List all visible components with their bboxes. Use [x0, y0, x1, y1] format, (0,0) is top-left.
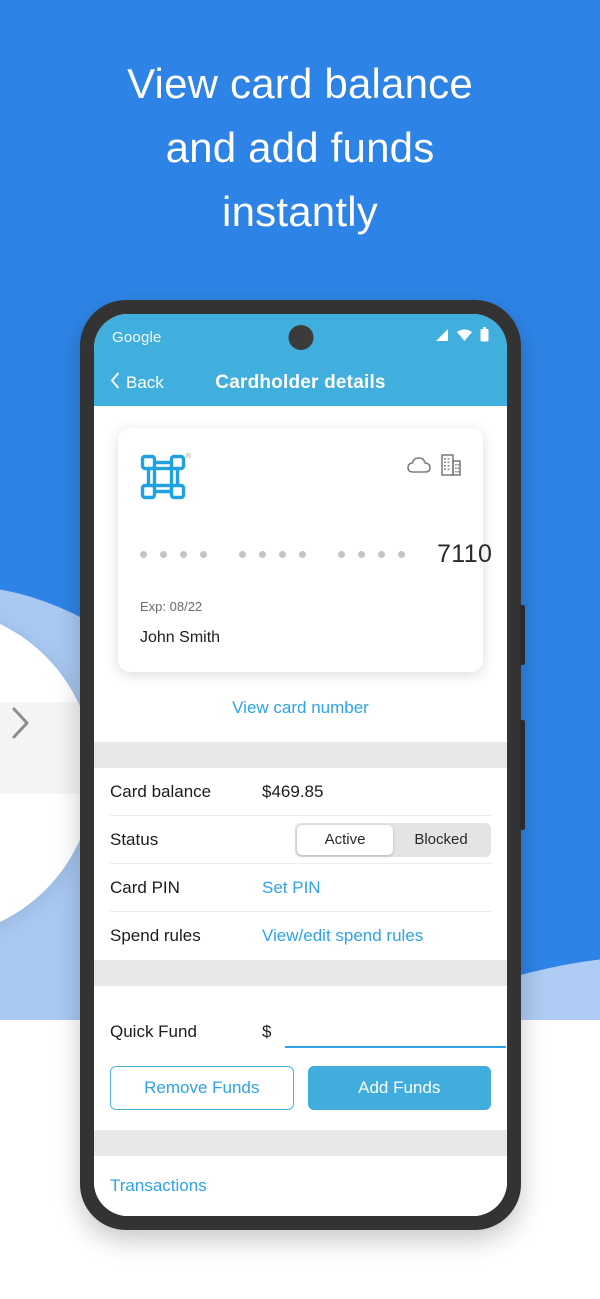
- chevron-left-icon: [110, 372, 120, 394]
- currency-symbol: $: [262, 1022, 272, 1041]
- section-divider-band: [94, 1130, 507, 1156]
- fund-actions: Remove Funds Add Funds: [94, 1048, 507, 1130]
- quick-fund-amount-input[interactable]: [285, 1022, 507, 1048]
- command-loop-logo-icon: ®: [140, 453, 191, 500]
- section-divider-band: [94, 742, 507, 768]
- card-holder-name: John Smith: [140, 629, 221, 646]
- add-funds-button[interactable]: Add Funds: [307, 1066, 491, 1110]
- row-label: Card balance: [110, 781, 212, 801]
- wifi-icon: [456, 328, 473, 347]
- set-pin-link[interactable]: Set PIN: [262, 878, 321, 898]
- table-row: Card PIN Set PIN: [110, 864, 491, 912]
- headline-line-2: and add funds: [165, 123, 435, 171]
- status-option-blocked[interactable]: Blocked: [393, 825, 489, 855]
- card-expiry: Exp: 08/22: [140, 599, 203, 614]
- details-list: Card balance $469.85 Status Active Block…: [94, 768, 507, 960]
- masked-digit-group: [239, 551, 306, 558]
- phone-power-button[interactable]: [520, 720, 525, 830]
- card-section: ® 7110 Exp: 08/22 John Smith: [94, 406, 507, 672]
- card-balance-value: $469.85: [262, 781, 324, 801]
- headline-line-3: instantly: [222, 187, 378, 235]
- phone-screen: Google Back Cardholder details ® 7110 Ex…: [94, 314, 507, 1216]
- card-number-row: 7110: [140, 540, 492, 569]
- table-row: Card balance $469.85: [110, 768, 491, 816]
- row-label: Card PIN: [110, 877, 180, 897]
- card-top-row: ®: [140, 453, 461, 500]
- virtual-card[interactable]: ® 7110 Exp: 08/22 John Smith: [118, 428, 492, 672]
- status-bar: Google: [94, 314, 507, 360]
- screenshot-stage: View card balance and add funds instantl…: [0, 0, 600, 1299]
- app-bar: Back Cardholder details: [94, 360, 507, 406]
- registered-trademark-mark: ®: [185, 453, 191, 460]
- building-icon: [441, 454, 461, 481]
- chevron-right-icon[interactable]: [4, 700, 38, 746]
- card-network-icons: [407, 454, 461, 481]
- view-card-number-link[interactable]: View card number: [94, 672, 507, 742]
- transactions-link[interactable]: Transactions: [94, 1156, 507, 1216]
- view-edit-spend-rules-link[interactable]: View/edit spend rules: [262, 926, 423, 946]
- section-divider-band: [94, 960, 507, 986]
- masked-digit-group: [338, 551, 405, 558]
- table-row: Status Active Blocked: [110, 816, 491, 864]
- status-segmented-control[interactable]: Active Blocked: [295, 822, 491, 857]
- back-button[interactable]: Back: [110, 372, 164, 394]
- back-button-label: Back: [126, 373, 164, 392]
- battery-icon: [480, 327, 489, 347]
- masked-digit-group: [140, 551, 207, 558]
- phone-volume-button[interactable]: [520, 605, 525, 665]
- card-last-four: 7110: [437, 540, 493, 568]
- quick-fund-label: Quick Fund: [110, 1022, 197, 1041]
- status-carrier-label: Google: [112, 328, 162, 346]
- promo-headline: View card balance and add funds instantl…: [0, 52, 600, 243]
- status-icons: [433, 327, 489, 347]
- signal-icon: [433, 328, 449, 347]
- phone-mockup: Google Back Cardholder details ® 7110 Ex…: [80, 300, 525, 1230]
- remove-funds-button[interactable]: Remove Funds: [110, 1066, 294, 1110]
- cloud-icon: [407, 456, 431, 479]
- table-row: Spend rules View/edit spend rules: [110, 912, 491, 960]
- headline-line-1: View card balance: [127, 60, 473, 107]
- app-content: ® 7110 Exp: 08/22 John Smith View card n…: [94, 406, 507, 1216]
- row-label: Status: [110, 829, 159, 849]
- camera-punch-hole: [288, 325, 313, 350]
- status-option-active[interactable]: Active: [297, 824, 393, 855]
- quick-fund-row: Quick Fund $: [94, 986, 507, 1048]
- row-label: Spend rules: [110, 926, 201, 945]
